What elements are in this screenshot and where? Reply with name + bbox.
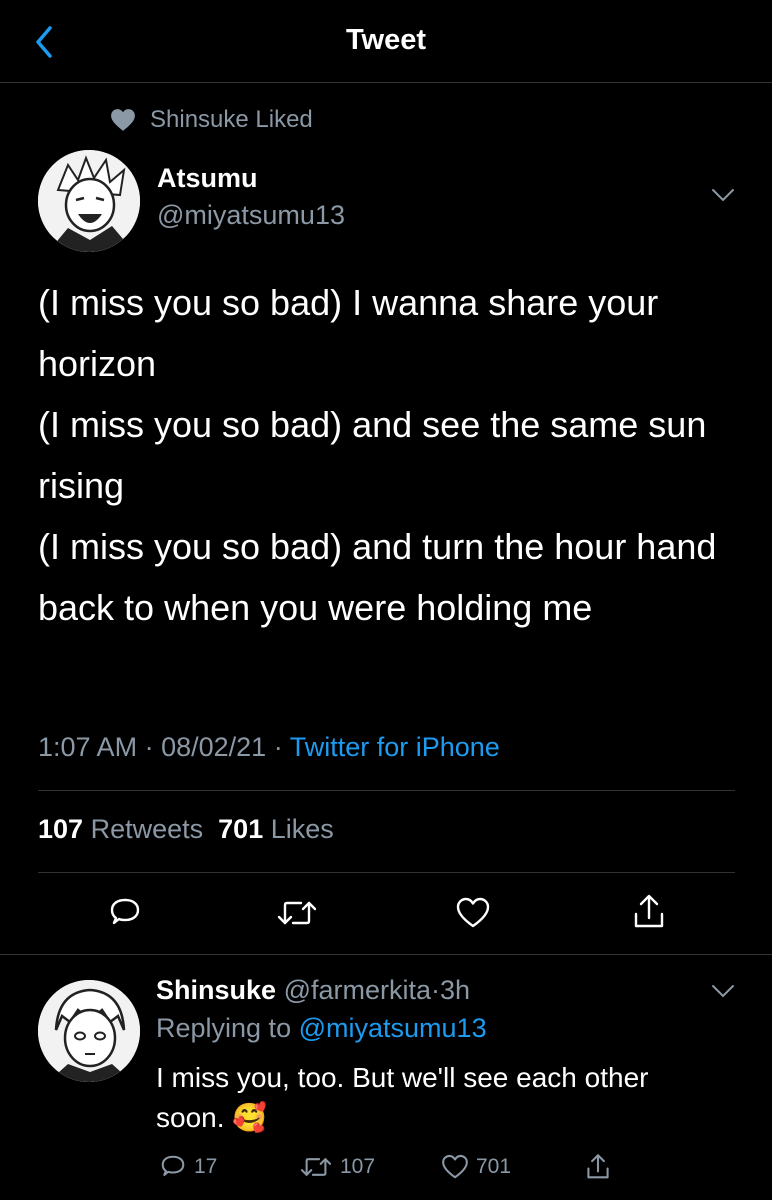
reply-retweet-button[interactable]: 107 [298, 1152, 375, 1182]
retweet-icon [277, 901, 317, 925]
social-context: Shinsuke Liked [110, 104, 313, 136]
share-icon [587, 1154, 609, 1179]
smiling-face-with-hearts-emoji: 🥰 [232, 1102, 268, 1133]
divider [0, 954, 772, 955]
likes-stat[interactable]: 701 Likes [218, 814, 334, 844]
reply-header: Shinsuke @farmerkita·3h [156, 975, 471, 1005]
tweet-text: (I miss you so bad) I wanna share your h… [38, 282, 717, 628]
reply-icon [110, 898, 140, 925]
retweets-count: 107 [38, 814, 84, 844]
page-title: Tweet [345, 24, 427, 56]
reply-like-button[interactable]: 701 [440, 1152, 511, 1182]
retweets-stat[interactable]: 107 Retweets [38, 814, 203, 844]
reply-retweet-count: 107 [340, 1155, 376, 1178]
retweet-icon [300, 1158, 332, 1176]
replying-to-handle[interactable]: @miyatsumu13 [299, 1013, 487, 1043]
share-icon [634, 894, 664, 928]
heart-outline-icon [456, 897, 490, 928]
reply-button[interactable] [106, 894, 144, 932]
tweet-date: 08/02/21 [161, 732, 267, 762]
reply-reply-button[interactable]: 17 [158, 1152, 217, 1182]
avatar[interactable] [38, 150, 140, 252]
reply-text-body: I miss you, too. But we'll see each othe… [156, 1062, 649, 1133]
divider [38, 790, 735, 791]
heart-outline-icon [442, 1154, 468, 1179]
author-handle[interactable]: @miyatsumu13 [157, 200, 345, 231]
likes-count: 701 [218, 814, 264, 844]
reply-icon [161, 1155, 185, 1176]
reply-author-handle[interactable]: @farmerkita [284, 975, 431, 1005]
reply-share-button[interactable] [584, 1152, 618, 1182]
reply-time: 3h [440, 975, 471, 1005]
retweets-label: Retweets [90, 814, 204, 844]
tweet-source-link[interactable]: Twitter for iPhone [290, 732, 500, 762]
reply-author-name[interactable]: Shinsuke [156, 975, 276, 1005]
avatar-image [38, 980, 140, 1082]
social-context-label: Shinsuke Liked [150, 106, 313, 133]
replying-to: Replying to @miyatsumu13 [156, 1013, 487, 1044]
share-button[interactable] [630, 892, 668, 932]
reply-count: 17 [194, 1155, 218, 1178]
tweet-time: 1:07 AM [38, 732, 138, 762]
author-name[interactable]: Atsumu [157, 163, 258, 194]
top-nav-bar: Tweet [0, 0, 772, 83]
reply-text: I miss you, too. But we'll see each othe… [156, 1058, 716, 1138]
heart-icon [111, 109, 135, 131]
replying-prefix: Replying to [156, 1013, 292, 1043]
tweet-stats: 107 Retweets 701 Likes [38, 814, 334, 845]
reply-menu-button[interactable] [710, 978, 736, 1004]
divider [38, 872, 735, 873]
chevron-down-icon [712, 189, 734, 202]
reply-avatar[interactable] [38, 980, 140, 1082]
retweet-button[interactable] [274, 894, 320, 932]
tweet-metadata: 1:07 AM · 08/02/21 · Twitter for iPhone [38, 732, 500, 762]
tweet-menu-button[interactable] [710, 182, 736, 208]
like-button[interactable] [454, 894, 492, 932]
reply-like-count: 701 [476, 1155, 512, 1178]
chevron-down-icon [712, 985, 734, 998]
likes-label: Likes [270, 814, 334, 844]
avatar-image [38, 150, 140, 252]
